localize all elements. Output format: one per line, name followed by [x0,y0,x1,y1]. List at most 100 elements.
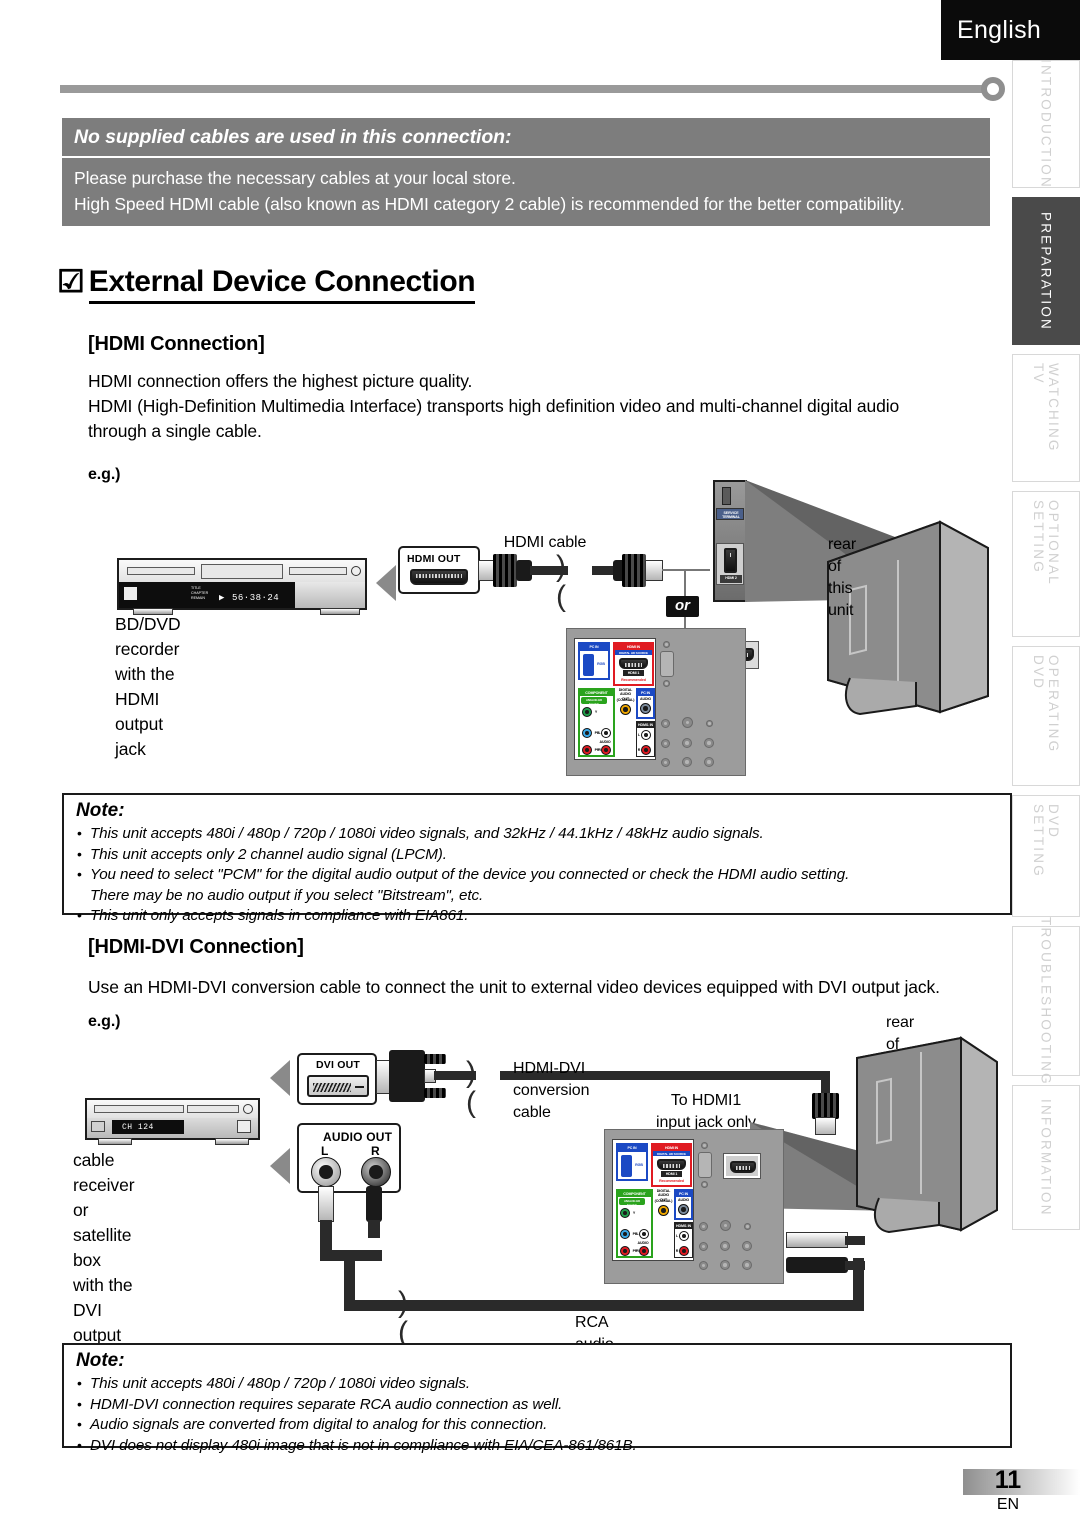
recorder-vent-left [127,567,195,575]
service-terminal-label: SERVICE TERMINAL [722,511,740,520]
notice-body: Please purchase the necessary cables at … [62,158,990,226]
zoom-arrow-icon-1 [376,565,396,601]
hdmi1-name-label-2: HDMI 1 [665,1172,678,1176]
hdmi1-in-title-bg-2: HDMI1 IN [675,1223,692,1229]
pc-in-rgb-label: RGB [597,662,605,666]
dvi-plug-screw-bottom [424,1088,446,1098]
hdmi-in-sub-bg-2: DIGITAL HD SOURCE [653,1151,690,1156]
note-box-2: Note: This unit accepts 480i / 480p / 72… [62,1343,1012,1455]
recorder-power-knob-icon [351,566,361,576]
hdmi2-label-bg: HDMI 2 [720,575,742,583]
hdmi-out-jack-callout: HDMI OUT [398,546,480,594]
pc-in-audio-title-label: PC IN [640,691,651,695]
note-1-title: Note: [76,800,125,821]
hdmi1-audio-l-jack [641,730,651,740]
vga-port-icon-2 [621,1155,632,1177]
page-number: 11 [994,1466,1022,1494]
sidebar-item-label: TROUBLESHOOTING [1038,916,1054,1086]
coaxial-label-2: (COAXIAL) [654,1199,673,1203]
hdmidvi-section-title: [HDMI-DVI Connection] [88,936,304,958]
recommended-label: Recommended [621,678,646,682]
dvi-plug-screw-top [424,1054,446,1064]
hdmi1-audio-l-label-2: L [675,1234,679,1238]
recommended-label-2: Recommended [659,1179,684,1183]
panel2-dot-5 [720,1241,730,1251]
panel-dot-1 [661,719,670,728]
component-y-jack [582,707,592,717]
panel2-dot-7 [699,1261,708,1270]
cable-break-icon-2: )( [466,1056,476,1119]
component-audio-l-jack [601,728,611,738]
pc-in-rgb-label-2: RGB [635,1163,643,1167]
page-title-text: External Device Connection [88,265,476,304]
hdmi1-panel-port-icon-2 [657,1159,686,1170]
receiver-right-button [237,1120,251,1133]
digital-audio-out-group-2: DIGITAL AUDIO OUT (COAXIAL) [654,1189,673,1221]
sidebar-item-introduction[interactable]: INTRODUCTION [1012,59,1080,189]
sidebar-item-operating-dvd[interactable]: OPERATING DVD [1012,646,1080,786]
hdmidvi-eg-label: e.g.) [88,1013,121,1030]
panel2-dsub-port [698,1152,712,1178]
hdmi-plug-grip-2 [622,554,646,587]
hdmi1-in-label-2: HDMI1 IN [676,1224,691,1228]
hdmi1-name-label: HDMI 1 [627,671,640,675]
note-1-item: There may be no audio output if you sele… [90,886,484,904]
dvi-out-jack-callout: DVI OUT [297,1053,377,1105]
recorder-display-time: 56·38·24 [232,593,280,603]
pc-in-audio-title-label-2: PC IN [678,1192,689,1196]
zoom-arrow-icon-3 [270,1148,290,1184]
panel2-dot-6 [742,1241,752,1251]
rca-cable-run [344,1300,864,1311]
hdmi2-label: HDMI 2 [725,576,737,580]
recorder-caption: BD/DVD recorder with the HDMI output jac… [115,612,181,762]
header-circle-icon [981,77,1005,101]
hdmi-para-line-3: through a single cable. [88,421,262,441]
component-audio-l-jack-2 [639,1229,649,1239]
panel-dot-4 [661,739,670,748]
hdmi-dvi-plug-grip [812,1093,839,1119]
pc-audio-label-2: AUDIO [677,1198,690,1202]
audio-out-r-label: R [371,1144,380,1158]
panel2-dot-9 [742,1260,752,1270]
hdmi1-audio-r-label-2: R [675,1249,679,1253]
receiver-display-text: CH 124 [122,1123,154,1132]
note-1-item: This unit accepts 480i / 480p / 720p / 1… [77,823,1000,845]
recorder-top-panel [119,560,365,583]
panel-screw-1 [663,641,670,648]
note-2-item: HDMI-DVI connection requires separate RC… [77,1394,1000,1416]
sidebar-item-preparation[interactable]: PREPARATION [1012,197,1080,345]
dvi-out-label: DVI OUT [316,1059,360,1071]
note-1-item: You need to select "PCM" for the digital… [77,864,1000,886]
panel-screw-2 [663,680,670,687]
cable-receiver-image: CH 124 [85,1098,260,1140]
recorder-caption-line-1: BD/DVD recorder [115,614,181,659]
service-slot-icon [722,487,731,505]
digital-audio-out-group: DIGITAL AUDIO OUT (COAXIAL) [616,688,635,720]
sidebar-item-troubleshooting[interactable]: TROUBLESHOOTING [1012,917,1080,1085]
sidebar-item-watching-tv[interactable]: WATCHING TV [1012,354,1080,482]
header-rule [60,85,990,93]
rear-terminal-panel-2: PC IN RGB HDMI IN DIGITAL HD SOURCE HDMI… [604,1129,784,1284]
panel2-hdmi1-target [723,1153,761,1179]
panel-dsub-port [660,651,674,677]
recorder-front-display: TITLE CHAPTER REMAIN ▶ 56·38·24 [119,582,365,608]
sidebar-item-dvd-setting[interactable]: DVD SETTING [1012,795,1080,917]
coaxial-label: (COAXIAL) [616,698,635,702]
sidebar-item-information[interactable]: INFORMATION [1012,1085,1080,1230]
component-y-label: Y [594,710,598,714]
pc-audio-jack-2 [678,1204,689,1215]
component-sub-label: ANALOG HD Capable [585,698,603,707]
component-sub-bg: ANALOG HD Capable [581,697,607,707]
component-audio-r-jack-2 [639,1246,649,1256]
hdmi1-audio-r-jack-2 [679,1246,689,1256]
panel2-dot-2 [720,1220,731,1231]
sidebar-item-optional-setting[interactable]: OPTIONAL SETTING [1012,491,1080,637]
zoom-arrow-icon-2 [270,1060,290,1096]
hdmi-in-label-2: HDMI IN [664,1146,679,1150]
rear-of-unit-label-1: rear of this unit [828,536,857,619]
recorder-foot-right [320,608,360,615]
component-audio-r-jack [601,745,611,755]
panel2-dot-1 [699,1222,708,1231]
hdmi1-in-audio-group: HDMI1 IN L R [636,721,655,757]
connector-line-h1 [662,569,710,571]
